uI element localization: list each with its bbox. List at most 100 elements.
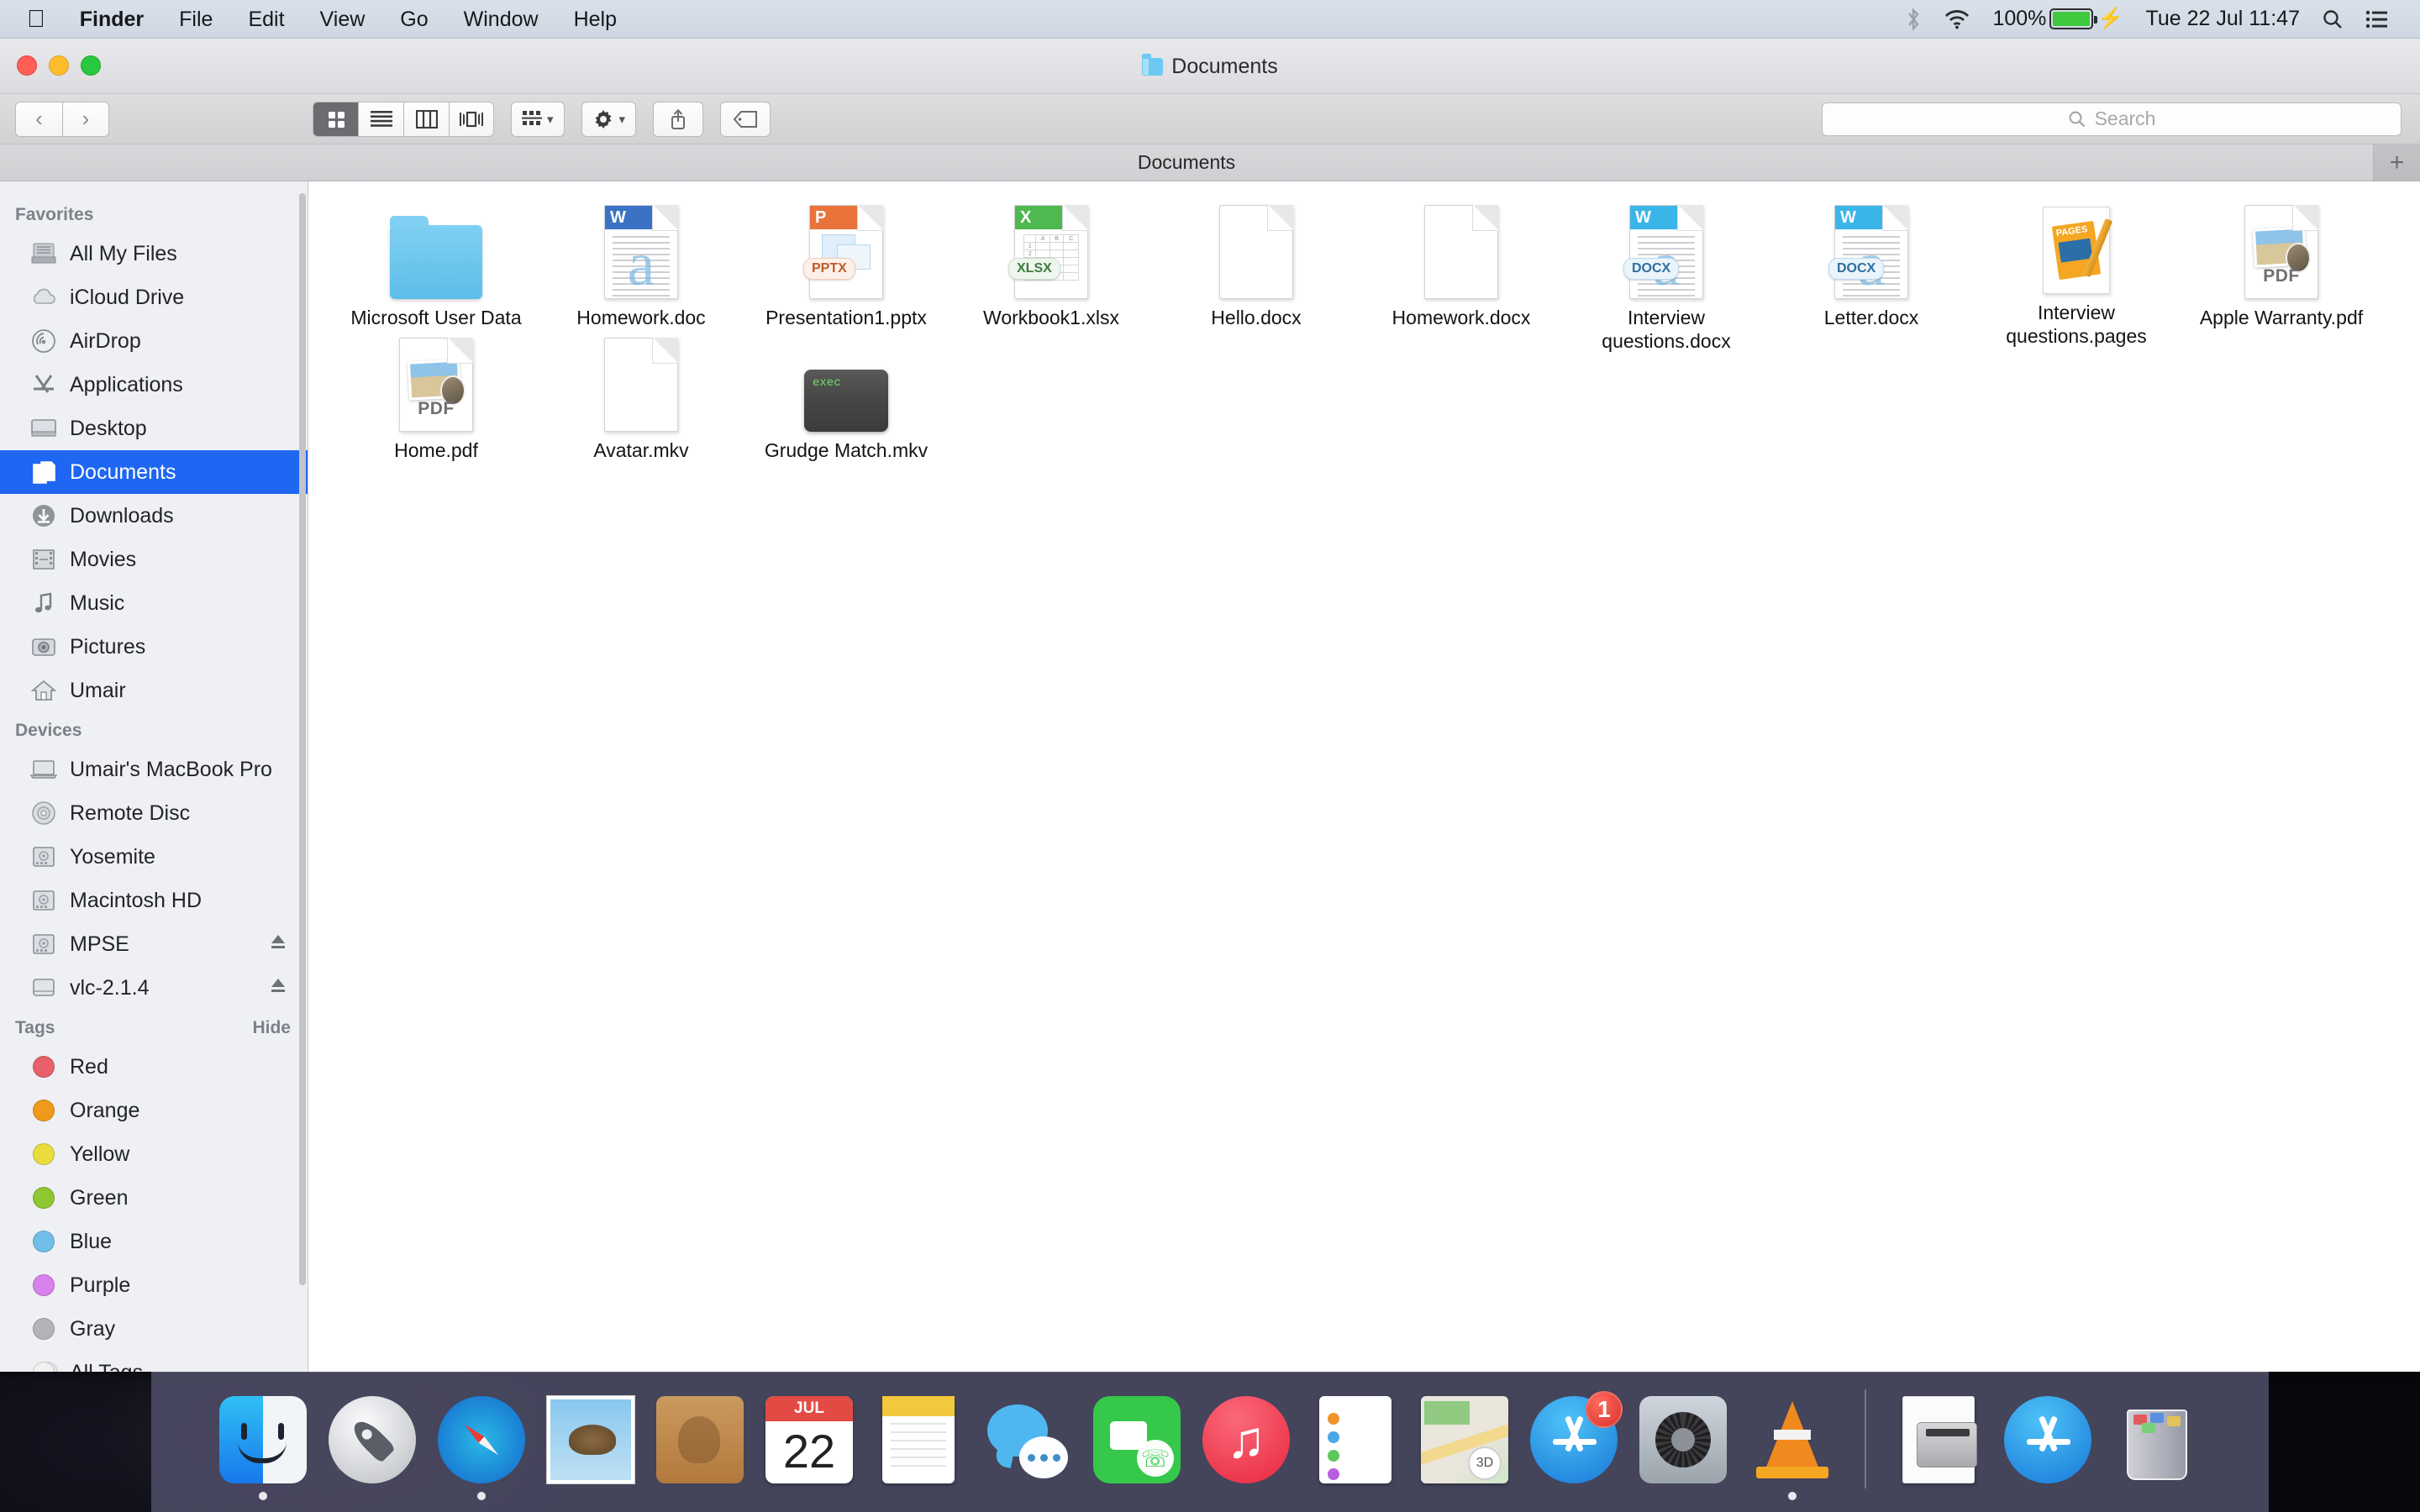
sidebar-hide-tags-button[interactable]: Hide [252,1018,291,1038]
sidebar-item-remote-disc[interactable]: Remote Disc [0,791,308,835]
sidebar-item-green[interactable]: Green [0,1176,308,1220]
share-button[interactable] [653,102,703,137]
wifi-icon[interactable] [1933,9,1981,29]
dock-item-messages[interactable] [982,1396,1073,1507]
menu-item-go[interactable]: Go [382,0,445,39]
sidebar-item-documents[interactable]: Documents [0,450,308,494]
sidebar-item-movies[interactable]: Movies [0,538,308,581]
file-item[interactable]: WaHomework.doc [539,203,744,336]
file-item[interactable]: Avatar.mkv [539,336,744,469]
dock-item-finder[interactable] [218,1396,308,1507]
sidebar-item-desktop[interactable]: Desktop [0,407,308,450]
sidebar-item-umair-s-macbook-pro[interactable]: Umair's MacBook Pro [0,748,308,791]
sidebar-scrollbar[interactable] [299,193,306,1285]
dock-item-safari[interactable] [436,1396,527,1507]
sidebar-item-all-tags[interactable]: All Tags [0,1351,308,1372]
tags-button[interactable] [720,102,771,137]
list-view-button[interactable] [358,102,403,137]
dock-item-mail[interactable] [545,1396,636,1507]
sidebar-item-mpse[interactable]: MPSE [0,922,308,966]
dock-item-app-store[interactable]: 1 [1528,1396,1619,1507]
movies-icon [30,546,57,573]
file-grid: Microsoft User DataWaHomework.docPPPTXPr… [334,203,2395,469]
sidebar-item-pictures[interactable]: Pictures [0,625,308,669]
menu-item-view[interactable]: View [302,0,383,39]
safari-icon [438,1396,525,1483]
back-button[interactable]: ‹ [15,102,62,137]
sidebar-item-yellow[interactable]: Yellow [0,1132,308,1176]
sidebar-item-all-my-files[interactable]: All My Files [0,232,308,276]
messages-icon [984,1396,1071,1483]
file-item[interactable]: XABC12345XLSXWorkbook1.xlsx [949,203,1154,336]
sidebar-item-blue[interactable]: Blue [0,1220,308,1263]
file-item[interactable]: PDFHome.pdf [334,336,539,469]
sidebar-item-purple[interactable]: Purple [0,1263,308,1307]
file-item[interactable]: execGrudge Match.mkv [744,336,949,469]
file-icon [1219,207,1293,299]
tab-documents[interactable]: Documents [0,144,2373,181]
eject-icon[interactable] [269,932,287,956]
dock-item-trash[interactable] [2112,1396,2202,1507]
file-item[interactable]: Homework.docx [1359,203,1564,336]
sidebar-item-vlc-2-1-4[interactable]: vlc-2.1.4 [0,966,308,1010]
dock-item-system-preferences[interactable] [1638,1396,1728,1507]
dock-item-disk-image[interactable] [1893,1396,1984,1507]
dock-item-itunes[interactable] [1201,1396,1292,1507]
file-item[interactable]: PAGESInterview questions.pages [1974,203,2179,336]
file-item[interactable]: PPPTXPresentation1.pptx [744,203,949,336]
menu-item-file[interactable]: File [161,0,230,39]
sidebar-item-macintosh-hd[interactable]: Macintosh HD [0,879,308,922]
arrange-by-button[interactable]: ▾ [511,102,565,137]
calendar-day: 22 [765,1421,853,1482]
notification-center-icon[interactable] [2354,10,2398,29]
sidebar-item-gray[interactable]: Gray [0,1307,308,1351]
search-input[interactable]: Search [1822,102,2402,136]
menu-item-help[interactable]: Help [556,0,634,39]
dock-item-applications-stack[interactable] [2002,1396,2093,1507]
word-docx-icon: WaDOCX [1834,205,1908,299]
sidebar-item-music[interactable]: Music [0,581,308,625]
action-gear-button[interactable]: ▾ [581,102,637,137]
dock-item-maps[interactable]: 3D [1419,1396,1510,1507]
sidebar-item-umair[interactable]: Umair [0,669,308,712]
file-item[interactable]: PDFApple Warranty.pdf [2179,203,2384,336]
file-item[interactable]: WaDOCXLetter.docx [1769,203,1974,336]
file-item[interactable]: Hello.docx [1154,203,1359,336]
sidebar-item-downloads[interactable]: Downloads [0,494,308,538]
folder-icon [1142,58,1163,76]
file-item[interactable]: WaDOCXInterview questions.docx [1564,203,1769,336]
menu-item-finder[interactable]: Finder [62,0,161,39]
coverflow-view-button[interactable] [449,102,494,137]
menu-item-window[interactable]: Window [446,0,556,39]
dock-item-notes[interactable] [873,1396,964,1507]
sidebar-item-red[interactable]: Red [0,1045,308,1089]
eject-icon[interactable] [269,976,287,1000]
sidebar-item-applications[interactable]: Applications [0,363,308,407]
dock-item-vlc[interactable] [1747,1396,1838,1507]
sidebar-item-orange[interactable]: Orange [0,1089,308,1132]
bluetooth-icon[interactable] [1894,7,1933,32]
forward-button[interactable]: › [62,102,109,137]
dock-item-reminders[interactable] [1310,1396,1401,1507]
sidebar-item-icloud-drive[interactable]: iCloud Drive [0,276,308,319]
spotlight-search-icon[interactable] [2311,8,2354,30]
sidebar-item-label: Documents [70,460,176,485]
icon-view-button[interactable] [313,102,358,137]
dock-item-contacts[interactable] [655,1396,745,1507]
running-indicator [1570,1492,1578,1500]
sidebar-item-airdrop[interactable]: AirDrop [0,319,308,363]
dock-item-launchpad[interactable] [327,1396,418,1507]
battery-status[interactable]: 100% ⚡ [1981,7,2134,31]
menu-bar-clock[interactable]: Tue 22 Jul 11:47 [2135,7,2311,31]
file-item[interactable]: Microsoft User Data [334,203,539,336]
new-tab-button[interactable]: + [2373,144,2420,181]
dock-item-calendar[interactable]: JUL 22 [764,1396,855,1507]
sidebar-item-yosemite[interactable]: Yosemite [0,835,308,879]
menu-item-edit[interactable]: Edit [230,0,302,39]
column-view-button[interactable] [403,102,449,137]
running-indicator [1133,1492,1141,1500]
sidebar-item-label: All My Files [70,242,177,266]
file-grid-area[interactable]: Microsoft User DataWaHomework.docPPPTXPr… [308,181,2420,1372]
dock-item-facetime[interactable]: ☏ [1092,1396,1182,1507]
apple-logo-icon[interactable]:  [24,0,62,39]
